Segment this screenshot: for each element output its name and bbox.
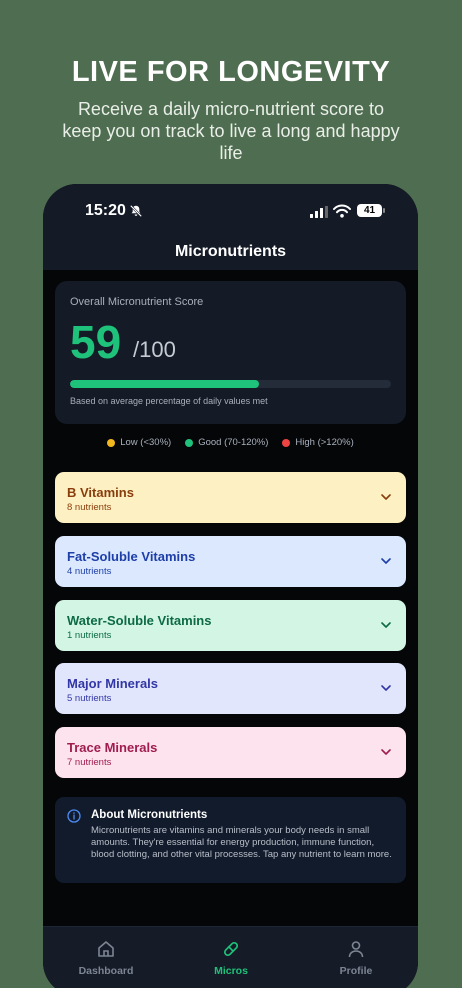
chevron-down-icon	[381, 749, 391, 755]
about-title: About Micronutrients	[91, 809, 208, 821]
score-progress-fill	[70, 380, 260, 388]
bell-off-icon	[129, 204, 143, 218]
home-icon	[98, 941, 114, 957]
legend-label-good: Good (70-120%)	[198, 437, 269, 448]
score-label: Overall Micronutrient Score	[70, 296, 204, 308]
tab-label: Micros	[214, 965, 248, 977]
category-count: 4 nutrients	[67, 566, 112, 577]
legend-label-high: High (>120%)	[295, 437, 354, 448]
info-icon	[67, 809, 81, 823]
category-name: Trace Minerals	[67, 740, 158, 755]
tab-label: Profile	[339, 965, 373, 977]
category-count: 8 nutrients	[67, 502, 112, 513]
bottom-edge	[0, 988, 462, 1000]
legend-label-low: Low (<30%)	[120, 437, 172, 448]
score-max: /100	[133, 337, 176, 362]
pill-icon	[223, 941, 239, 957]
tab-micros[interactable]: Micros	[186, 939, 276, 977]
phone-frame: 15:20 41 Micronutrients Overall Micronut…	[43, 184, 418, 996]
chevron-down-icon	[381, 558, 391, 564]
screen-title: Micronutrients	[174, 243, 287, 260]
promo-headline: LIVE FOR LONGEVITY	[71, 56, 391, 88]
status-time: 15:20	[85, 202, 126, 219]
category-name: Major Minerals	[67, 676, 159, 691]
promo-subhead: Receive a daily micro-nutrient score to …	[62, 99, 400, 163]
legend-dot-low	[107, 438, 116, 447]
category-count: 5 nutrients	[67, 693, 112, 704]
score-value: 59	[70, 316, 122, 368]
legend-dot-high	[282, 438, 291, 447]
tab-bar: Dashboard Micros Profile	[43, 926, 418, 996]
legend-item-low: Low (<30%)	[107, 437, 171, 448]
category-major-minerals[interactable]: Major Minerals 5 nutrients	[55, 663, 406, 714]
score-legend: Low (<30%) Good (70-120%) High (>120%)	[43, 437, 418, 448]
legend-item-good: Good (70-120%)	[185, 437, 268, 448]
status-bar: 15:20 41	[43, 202, 418, 224]
chevron-down-icon	[381, 622, 391, 628]
category-count: 1 nutrients	[67, 630, 112, 641]
tab-dashboard[interactable]: Dashboard	[61, 939, 151, 977]
category-fat-soluble-vitamins[interactable]: Fat-Soluble Vitamins 4 nutrients	[55, 536, 406, 587]
category-b-vitamins[interactable]: B Vitamins 8 nutrients	[55, 472, 406, 523]
user-icon	[348, 941, 364, 958]
category-name: B Vitamins	[67, 485, 134, 500]
signal-icon	[310, 206, 328, 218]
battery-indicator: 41	[357, 204, 385, 217]
chevron-down-icon	[381, 494, 391, 500]
category-count: 7 nutrients	[67, 757, 112, 768]
category-name: Water-Soluble Vitamins	[67, 613, 212, 628]
legend-item-high: High (>120%)	[282, 437, 354, 448]
wifi-icon	[333, 204, 351, 218]
category-name: Fat-Soluble Vitamins	[67, 549, 196, 564]
score-note: Based on average percentage of daily val…	[70, 396, 268, 406]
chevron-down-icon	[381, 685, 391, 691]
category-water-soluble-vitamins[interactable]: Water-Soluble Vitamins 1 nutrients	[55, 600, 406, 651]
about-micronutrients-card: About Micronutrients Micronutrients are …	[55, 797, 406, 883]
about-body: Micronutrients are vitamins and minerals…	[91, 825, 392, 860]
category-trace-minerals[interactable]: Trace Minerals 7 nutrients	[55, 727, 406, 778]
tab-label: Dashboard	[78, 965, 134, 977]
legend-dot-good	[185, 438, 194, 447]
score-card: Overall Micronutrient Score 59 /100 Base…	[55, 281, 406, 424]
score-progress-bar	[70, 380, 391, 388]
tab-profile[interactable]: Profile	[311, 939, 401, 977]
